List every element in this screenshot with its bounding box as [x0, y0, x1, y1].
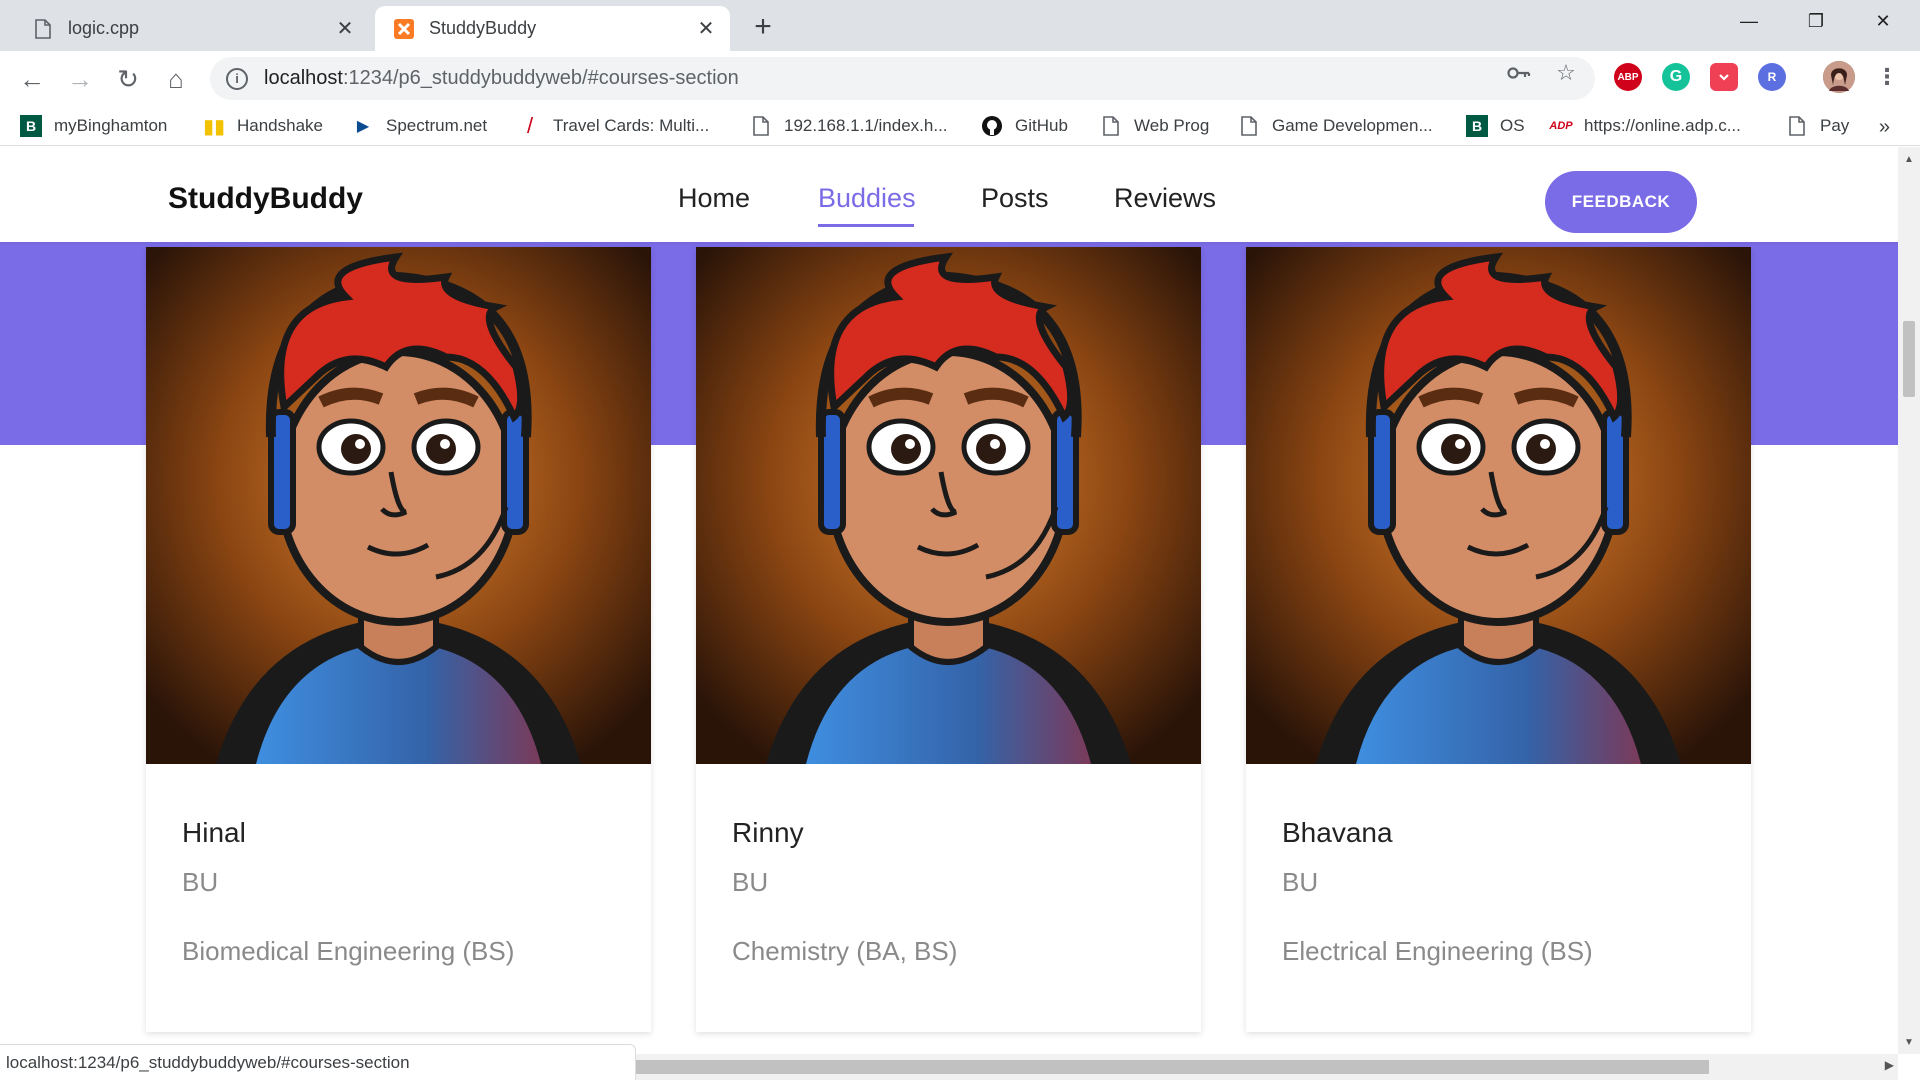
nav-posts[interactable]: Posts: [981, 183, 1049, 214]
tab-studdybuddy[interactable]: StuddyBuddy ✕: [375, 6, 730, 51]
vertical-scroll-thumb[interactable]: [1903, 321, 1915, 397]
bookmark-label: Pay: [1820, 116, 1850, 135]
site-header: StuddyBuddy Home Buddies Posts Reviews F…: [0, 147, 1898, 242]
tab-logic-cpp[interactable]: logic.cpp ✕: [14, 6, 369, 51]
nav-active-underline: [818, 224, 914, 227]
bookmark-handshake[interactable]: ▮▮ Handshake: [203, 114, 323, 138]
tab-strip: logic.cpp ✕ StuddyBuddy ✕ + — ❐ ✕: [0, 0, 1920, 51]
buddy-card[interactable]: Rinny BU Chemistry (BA, BS): [696, 247, 1201, 1032]
adp-icon: ADP: [1549, 120, 1573, 132]
tab-title: logic.cpp: [68, 18, 140, 38]
bookmark-label: GitHub: [1015, 116, 1068, 135]
bookmark-label: Handshake: [237, 116, 324, 135]
page-icon: [750, 115, 772, 137]
bookmarks-overflow-button[interactable]: »: [1879, 116, 1890, 139]
buddy-avatar: [146, 247, 651, 764]
status-bar-url: localhost:1234/p6_studdybuddyweb/#course…: [0, 1044, 636, 1080]
home-button[interactable]: ⌂: [158, 61, 194, 97]
profile-avatar[interactable]: [1823, 61, 1855, 93]
page-viewport: StuddyBuddy Home Buddies Posts Reviews F…: [0, 147, 1898, 1054]
page-icon: [1100, 115, 1122, 137]
buddy-major: Biomedical Engineering (BS): [182, 936, 515, 966]
bookmark-router[interactable]: 192.168.1.1/index.h...: [750, 114, 948, 138]
address-bar[interactable]: i localhost:1234/p6_studdybuddyweb/#cour…: [210, 57, 1595, 100]
scroll-right-arrow-icon[interactable]: ▶: [1885, 1058, 1894, 1072]
address-url[interactable]: localhost:1234/p6_studdybuddyweb/#course…: [264, 67, 739, 90]
github-icon: [981, 115, 1003, 137]
forward-button[interactable]: →: [62, 61, 98, 97]
spectrum-icon: ▶: [356, 118, 370, 135]
bookmarks-bar: B myBinghamton ▮▮ Handshake ▶ Spectrum.n…: [0, 106, 1920, 146]
bookmark-pay[interactable]: Pay: [1786, 114, 1849, 138]
bookmark-github[interactable]: GitHub: [981, 114, 1068, 138]
buddy-card[interactable]: Hinal BU Biomedical Engineering (BS): [146, 247, 651, 1032]
vertical-scrollbar[interactable]: ▲ ▼: [1898, 147, 1920, 1054]
page-icon: [1238, 115, 1260, 137]
bookmark-game-development[interactable]: Game Developmen...: [1238, 114, 1433, 138]
key-icon[interactable]: [1505, 59, 1533, 87]
bookmark-label: Spectrum.net: [386, 116, 488, 135]
buddy-school: BU: [182, 867, 219, 897]
bookmark-label: OS: [1500, 116, 1525, 135]
star-icon[interactable]: ☆: [1552, 59, 1580, 87]
new-tab-button[interactable]: +: [746, 10, 780, 44]
xampp-icon: [393, 18, 415, 40]
buddy-avatar: [1246, 247, 1751, 764]
travel-cards-icon: /: [526, 113, 534, 138]
site-brand[interactable]: StuddyBuddy: [168, 182, 363, 216]
tab-title: StuddyBuddy: [429, 18, 537, 38]
buddy-avatar: [696, 247, 1201, 764]
r-extension-icon[interactable]: R: [1758, 63, 1786, 91]
grammarly-icon[interactable]: G: [1662, 63, 1690, 91]
buddy-card[interactable]: Bhavana BU Electrical Engineering (BS): [1246, 247, 1751, 1032]
buddy-name: Bhavana: [1282, 817, 1393, 848]
feedback-button[interactable]: FEEDBACK: [1545, 171, 1697, 233]
handshake-icon: ▮▮: [203, 115, 226, 138]
menu-icon[interactable]: ⋮: [1873, 63, 1901, 91]
buddy-major: Electrical Engineering (BS): [1282, 936, 1593, 966]
buddy-name: Rinny: [732, 817, 804, 848]
bookmark-label: https://online.adp.c...: [1584, 116, 1741, 135]
buddy-school: BU: [732, 867, 769, 897]
nav-reviews[interactable]: Reviews: [1114, 183, 1216, 214]
buddy-school: BU: [1282, 867, 1319, 897]
bookmark-label: Game Developmen...: [1272, 116, 1433, 135]
site-info-icon[interactable]: i: [226, 67, 248, 90]
pocket-icon[interactable]: [1710, 63, 1738, 91]
nav-buddies[interactable]: Buddies: [818, 183, 916, 214]
bookmark-mybinghamton[interactable]: B myBinghamton: [20, 114, 167, 138]
scroll-down-arrow-icon[interactable]: ▼: [1898, 1034, 1920, 1050]
minimize-button[interactable]: —: [1718, 0, 1780, 42]
bookmark-label: Web Prog: [1134, 116, 1210, 135]
bookmark-label: 192.168.1.1/index.h...: [784, 116, 948, 135]
bookmark-os[interactable]: B OS: [1466, 114, 1525, 138]
bookmark-travel-cards[interactable]: / Travel Cards: Multi...: [519, 113, 710, 138]
buddy-name: Hinal: [182, 817, 246, 848]
file-icon: [32, 18, 54, 40]
scroll-up-arrow-icon[interactable]: ▲: [1898, 151, 1920, 167]
binghamton-icon: B: [20, 115, 42, 137]
page-icon: [1786, 115, 1808, 137]
bookmark-label: Travel Cards: Multi...: [553, 116, 710, 135]
abp-icon[interactable]: ABP: [1614, 63, 1642, 91]
binghamton-icon: B: [1466, 115, 1488, 137]
close-tab-icon[interactable]: ✕: [692, 15, 720, 43]
buddy-major: Chemistry (BA, BS): [732, 936, 958, 966]
restore-button[interactable]: ❐: [1785, 0, 1847, 42]
bookmark-web-prog[interactable]: Web Prog: [1100, 114, 1209, 138]
bookmark-label: myBinghamton: [54, 116, 168, 135]
bookmark-spectrum[interactable]: ▶ Spectrum.net: [352, 114, 487, 138]
back-button[interactable]: ←: [14, 61, 50, 97]
horizontal-scroll-thumb[interactable]: [636, 1060, 1709, 1074]
browser-toolbar: ← → ↻ ⌂ i localhost:1234/p6_studdybuddyw…: [0, 51, 1920, 106]
close-window-button[interactable]: ✕: [1852, 0, 1914, 42]
close-tab-icon[interactable]: ✕: [331, 15, 359, 43]
nav-home[interactable]: Home: [678, 183, 750, 214]
bookmark-adp[interactable]: ADP https://online.adp.c...: [1549, 114, 1741, 138]
reload-button[interactable]: ↻: [110, 61, 146, 97]
